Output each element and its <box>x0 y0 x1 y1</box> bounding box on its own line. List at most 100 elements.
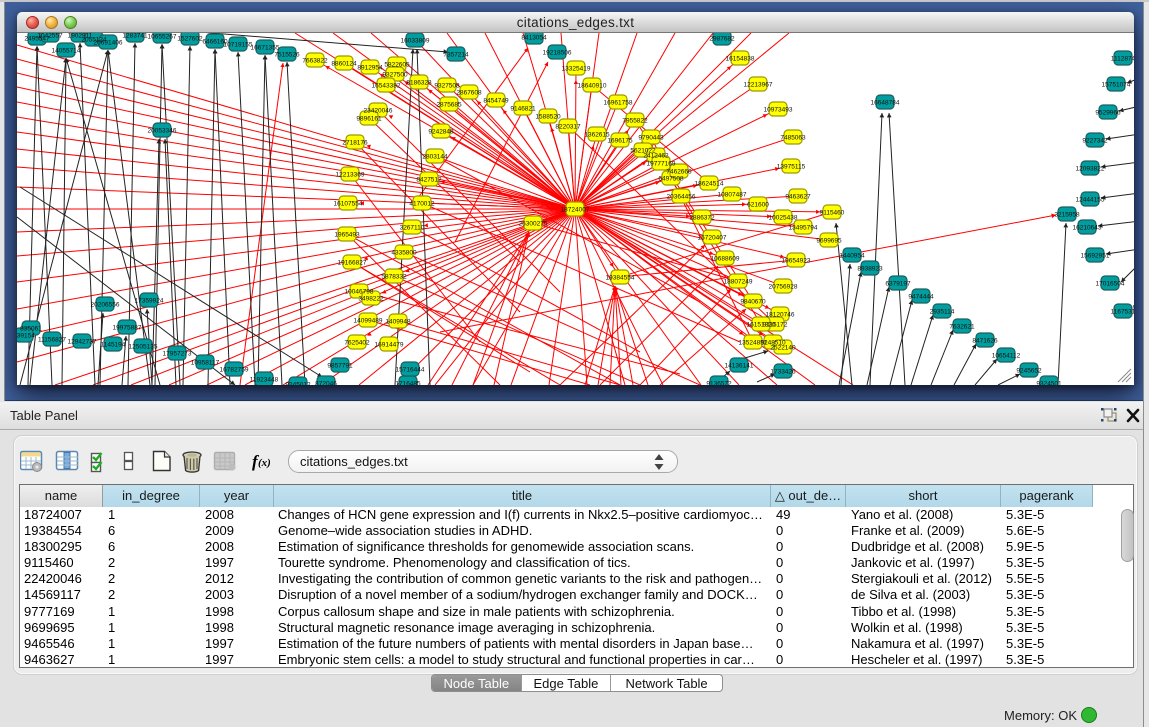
svg-text:10958117: 10958117 <box>191 360 220 367</box>
svg-text:9242848: 9242848 <box>428 129 454 136</box>
svg-text:10046798: 10046798 <box>345 289 374 296</box>
svg-text:1362615: 1362615 <box>584 132 610 139</box>
svg-text:9115460: 9115460 <box>820 210 845 217</box>
svg-text:13325419: 13325419 <box>562 66 591 73</box>
svg-text:14136141: 14136141 <box>725 363 754 370</box>
svg-text:16154838: 16154838 <box>726 56 755 63</box>
svg-text:4170012: 4170012 <box>409 201 435 208</box>
svg-text:939154: 939154 <box>17 333 35 340</box>
svg-text:20364456: 20364456 <box>667 194 696 201</box>
svg-text:19654923: 19654923 <box>782 258 811 265</box>
svg-text:12093822: 12093822 <box>1076 166 1105 173</box>
svg-text:1042557: 1042557 <box>37 33 63 40</box>
svg-text:1112874: 1112874 <box>1111 56 1134 63</box>
svg-text:7663822: 7663822 <box>302 58 328 65</box>
svg-text:9136572: 9136572 <box>706 381 732 386</box>
svg-text:9790443: 9790443 <box>638 135 664 142</box>
svg-text:20756928: 20756928 <box>769 284 798 291</box>
svg-text:10973493: 10973493 <box>764 107 793 114</box>
svg-text:16210643: 16210643 <box>1073 225 1102 232</box>
svg-text:7357214: 7357214 <box>443 52 469 59</box>
svg-text:9245652: 9245652 <box>1016 368 1042 375</box>
svg-text:16961758: 16961758 <box>604 100 633 107</box>
svg-text:9245012: 9245012 <box>285 382 311 386</box>
svg-text:11923448: 11923448 <box>250 377 279 384</box>
svg-text:10655267: 10655267 <box>148 34 177 41</box>
svg-text:12942737: 12942737 <box>68 339 97 346</box>
svg-text:2867608: 2867608 <box>456 90 482 97</box>
svg-text:1588520: 1588520 <box>535 114 561 121</box>
svg-text:19975887: 19975887 <box>113 325 142 332</box>
svg-text:17957273: 17957273 <box>163 351 192 358</box>
svg-text:16033809: 16033809 <box>401 38 430 45</box>
svg-text:16671355: 16671355 <box>251 45 280 52</box>
svg-text:3267110: 3267110 <box>400 225 425 232</box>
svg-text:20206556: 20206556 <box>91 302 120 309</box>
svg-text:16151320: 16151320 <box>747 322 776 329</box>
svg-text:20691406: 20691406 <box>94 40 123 47</box>
svg-text:7632621: 7632621 <box>949 324 975 331</box>
svg-text:8471626: 8471626 <box>972 338 998 345</box>
svg-text:9840670: 9840670 <box>740 299 766 306</box>
svg-text:2886372: 2886372 <box>689 215 715 222</box>
svg-text:16543382: 16543382 <box>372 83 401 90</box>
svg-text:621600: 621600 <box>747 202 769 209</box>
svg-text:12505135: 12505135 <box>129 344 158 351</box>
svg-text:9327500: 9327500 <box>382 72 408 79</box>
svg-text:1167531: 1167531 <box>1111 309 1134 316</box>
svg-text:19777169: 19777169 <box>647 161 676 168</box>
svg-text:8186328: 8186328 <box>406 80 432 87</box>
svg-text:15692951: 15692951 <box>1081 253 1110 260</box>
svg-text:14099489: 14099489 <box>354 318 383 325</box>
svg-text:9324501: 9324501 <box>1036 381 1062 386</box>
svg-text:872046: 872046 <box>315 381 337 386</box>
svg-text:18624514: 18624514 <box>695 181 724 188</box>
svg-text:15720407: 15720407 <box>698 235 727 242</box>
svg-text:20053346: 20053346 <box>148 128 177 135</box>
svg-text:9463627: 9463627 <box>785 194 811 201</box>
svg-text:7955822: 7955822 <box>622 118 648 125</box>
svg-text:8427512: 8427512 <box>416 177 442 184</box>
svg-text:7515526: 7515526 <box>274 52 300 59</box>
svg-text:7485063: 7485063 <box>780 135 806 142</box>
svg-text:2412462: 2412462 <box>643 153 669 160</box>
svg-text:19166827: 19166827 <box>338 260 367 267</box>
svg-text:8454749: 8454749 <box>483 98 509 105</box>
svg-text:10654112: 10654112 <box>992 353 1021 360</box>
svg-text:1716485: 1716485 <box>395 381 421 386</box>
svg-text:2718176: 2718176 <box>342 140 368 147</box>
svg-text:9529966: 9529966 <box>1095 110 1121 117</box>
svg-text:4335800: 4335800 <box>391 250 417 257</box>
svg-text:3498222: 3498222 <box>358 296 384 303</box>
svg-text:10807487: 10807487 <box>718 192 747 199</box>
svg-text:1733426: 1733426 <box>770 369 796 376</box>
svg-text:17359924: 17359924 <box>135 298 164 305</box>
svg-text:12213967: 12213967 <box>744 82 773 89</box>
svg-text:9699695: 9699695 <box>816 238 842 245</box>
svg-text:6379197: 6379197 <box>885 281 911 288</box>
svg-text:9227342: 9227342 <box>1082 138 1108 145</box>
svg-text:1965493: 1965493 <box>334 232 360 239</box>
svg-text:9857791: 9857791 <box>327 363 353 370</box>
svg-text:10688609: 10688609 <box>711 256 740 263</box>
svg-text:2987682: 2987682 <box>709 36 735 43</box>
svg-text:2875685: 2875685 <box>436 102 462 109</box>
svg-text:12213369: 12213369 <box>336 172 365 179</box>
svg-text:16914479: 16914479 <box>375 342 404 349</box>
svg-text:835061: 835061 <box>20 326 42 333</box>
svg-text:8220317: 8220317 <box>555 124 581 131</box>
svg-text:18724007: 18724007 <box>561 207 590 214</box>
svg-text:15716444: 15716444 <box>396 367 425 374</box>
svg-text:17016504: 17016504 <box>1096 281 1125 288</box>
svg-text:1145194: 1145194 <box>101 342 126 349</box>
svg-text:23420046: 23420046 <box>364 108 393 115</box>
svg-text:11156827: 11156827 <box>38 337 66 344</box>
svg-text:6497508: 6497508 <box>658 176 684 183</box>
svg-text:1696175: 1696175 <box>607 138 633 145</box>
svg-text:14055714: 14055714 <box>52 48 81 55</box>
svg-text:12444155: 12444155 <box>1076 197 1105 204</box>
svg-text:18640910: 18640910 <box>578 83 607 90</box>
svg-text:9327508: 9327508 <box>434 83 460 90</box>
svg-text:9896161: 9896161 <box>356 116 382 123</box>
svg-text:2522140: 2522140 <box>770 345 796 352</box>
